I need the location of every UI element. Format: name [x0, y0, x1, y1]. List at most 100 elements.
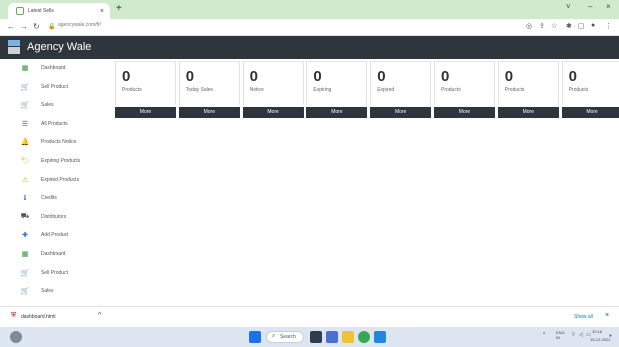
distributor-icon: ⛟: [20, 213, 30, 221]
window-close-icon[interactable]: ×: [606, 2, 611, 11]
more-button[interactable]: More: [306, 107, 368, 118]
bookmark-star-icon[interactable]: ☆: [551, 22, 557, 30]
sidebar-item-label: Distributors: [41, 213, 67, 220]
cart-icon: 🛒: [20, 102, 30, 110]
profile-avatar-icon[interactable]: ●: [591, 22, 595, 29]
sidebar-item[interactable]: 🛒 Sell Product: [0, 80, 68, 94]
list-icon: ☰: [21, 120, 29, 128]
sidebar-item[interactable]: ℹ Credits: [0, 191, 57, 205]
download-menu-chevron-icon[interactable]: ^: [98, 312, 101, 319]
tag-icon: 🏷: [20, 158, 30, 165]
extensions-icon[interactable]: ✱: [566, 22, 572, 30]
bell-icon: 🔔: [20, 139, 30, 147]
more-button[interactable]: More: [115, 107, 176, 118]
lock-icon: 🔒: [48, 24, 56, 30]
back-icon[interactable]: ←: [7, 22, 15, 31]
stat-value: 0: [313, 68, 322, 85]
sidebar-item[interactable]: 🏷 Expiring Products: [0, 154, 81, 168]
stat-label: Products: [441, 87, 461, 93]
download-warning-icon: ⛨: [11, 312, 17, 319]
stat-card: 0 Products: [561, 61, 619, 105]
stat-value: 0: [441, 68, 450, 85]
stat-value: 0: [568, 68, 577, 85]
cart-icon: 🛒: [20, 269, 30, 277]
sidebar-item[interactable]: ☰ All Products: [0, 117, 68, 131]
url-field[interactable]: agencywale.com/fr/: [58, 22, 101, 28]
sidebar-item[interactable]: ⛟ Distributors: [0, 210, 67, 224]
browser-tab[interactable]: Latest Sells ×: [8, 3, 110, 19]
sidebar-item[interactable]: 🛒 Sales: [0, 284, 54, 298]
stat-value: 0: [377, 68, 386, 85]
wifi-icon[interactable]: ⌔: [571, 332, 576, 338]
sidebar-item[interactable]: ▦ Dashboard: [0, 247, 66, 261]
dashboard-icon: ▦: [21, 65, 29, 72]
minimize-icon[interactable]: –: [588, 2, 592, 11]
side-panel-icon[interactable]: ▢: [578, 22, 585, 30]
address-bar: ← → ↻ 🔒 agencywale.com/fr/ ◎ ⇪ ☆ ✱ ▢ ● ⋮: [0, 19, 619, 36]
add-product-icon: ✚: [22, 232, 28, 240]
google-lens-icon[interactable]: ◎: [526, 22, 532, 30]
chat-icon[interactable]: [326, 331, 338, 343]
tab-close-icon[interactable]: ×: [100, 8, 104, 15]
sidebar-item-label: Sales: [41, 102, 54, 109]
search-icon: ⌕: [272, 333, 276, 339]
app-title: Agency Wale: [27, 41, 92, 53]
info-icon: ℹ: [23, 195, 27, 203]
search-label: Search: [280, 334, 296, 340]
stat-value: 0: [122, 68, 131, 85]
more-button[interactable]: More: [561, 107, 619, 118]
favicon-icon: [16, 7, 24, 15]
taskbar-time[interactable]: 10:16: [592, 329, 602, 334]
sidebar-item[interactable]: 🔔 Products Notice: [0, 135, 77, 149]
tab-list-chevron-icon[interactable]: ˅: [566, 2, 571, 11]
stat-label: Expiring: [313, 87, 332, 93]
sidebar-item[interactable]: ✚ Add Product: [0, 228, 69, 242]
sidebar-item-label: Products Notice: [41, 139, 77, 146]
show-all-downloads-link[interactable]: Show all: [574, 314, 593, 320]
cart-icon: 🛒: [20, 288, 30, 296]
stat-card: 0 Products: [115, 61, 176, 105]
start-icon[interactable]: [249, 331, 261, 343]
task-view-icon[interactable]: [310, 331, 322, 343]
sidebar-item-label: Add Product: [41, 232, 69, 239]
download-bar-close-icon[interactable]: ×: [605, 312, 609, 319]
browser-menu-icon[interactable]: ⋮: [605, 22, 612, 30]
volume-icon[interactable]: ◁: [579, 332, 583, 338]
stat-label: Notice: [249, 87, 264, 93]
sidebar-item[interactable]: ⚠ Expired Products: [0, 173, 79, 187]
sidebar-item-label: Sell Product: [41, 269, 68, 276]
stat-value: 0: [185, 68, 195, 85]
more-button[interactable]: More: [497, 107, 559, 118]
tray-chevron-icon[interactable]: ^: [543, 332, 545, 338]
share-icon[interactable]: ⇪: [539, 22, 545, 30]
stat-card: 0 Expired: [370, 61, 432, 105]
stat-value: 0: [504, 68, 514, 85]
sidebar-item-label: All Products: [41, 120, 68, 127]
more-button[interactable]: More: [370, 107, 432, 118]
dashboard-icon: ▦: [21, 251, 29, 258]
weather-icon[interactable]: [10, 331, 22, 343]
language-indicator[interactable]: ENG IN: [556, 330, 565, 340]
sidebar-item[interactable]: 🛒 Sell Product: [0, 266, 68, 280]
sidebar-item[interactable]: 🛒 Sales: [0, 98, 54, 112]
sidebar-item-label: Sell Product: [41, 83, 68, 90]
chrome-icon[interactable]: [358, 331, 370, 343]
more-button[interactable]: More: [178, 107, 240, 118]
taskbar-date[interactable]: 15-12-2022: [590, 337, 610, 342]
reload-icon[interactable]: ↻: [33, 22, 40, 31]
sidebar-item-label: Expired Products: [41, 176, 80, 183]
more-button[interactable]: More: [242, 107, 304, 118]
notification-icon[interactable]: ●: [609, 333, 612, 339]
sidebar-item-label: Credits: [41, 195, 57, 202]
new-tab-button[interactable]: +: [116, 3, 122, 15]
forward-icon[interactable]: →: [20, 22, 28, 31]
download-file-name[interactable]: dashboard.html: [21, 314, 55, 320]
stat-value: 0: [249, 68, 258, 85]
stat-card: 0 Products: [434, 61, 495, 105]
taskbar-search[interactable]: ⌕ Search: [266, 331, 304, 343]
sidebar-item[interactable]: ▦ Dashboard: [0, 61, 66, 75]
file-explorer-icon[interactable]: [342, 331, 354, 343]
more-button[interactable]: More: [434, 107, 495, 118]
store-icon[interactable]: [374, 331, 386, 343]
sidebar-item-label: Dashboard: [41, 65, 66, 71]
